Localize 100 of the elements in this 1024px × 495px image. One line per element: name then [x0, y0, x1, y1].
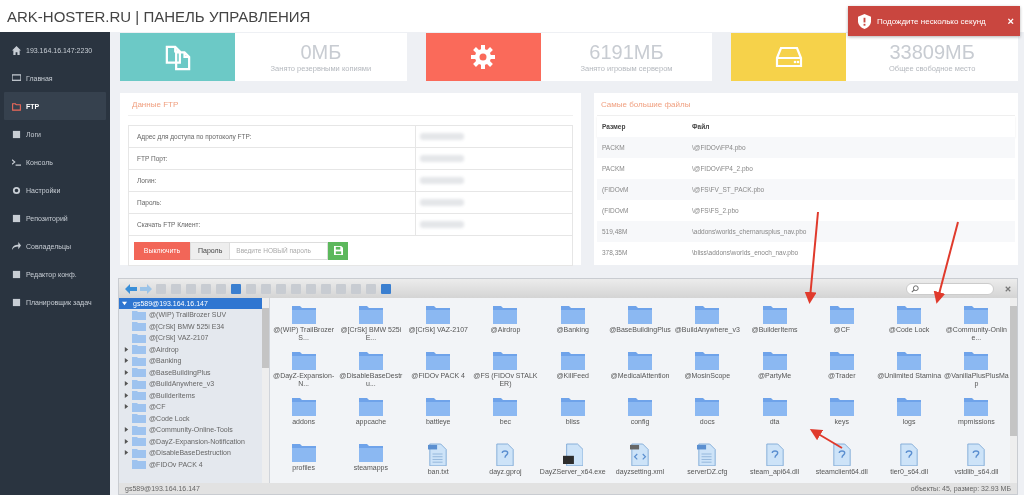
- menu-item-icon: [12, 241, 21, 251]
- code-file-icon[interactable]: [630, 442, 650, 466]
- scrollbar[interactable]: [262, 298, 269, 483]
- blurred-value: [420, 199, 464, 206]
- folder-icon[interactable]: [829, 396, 854, 416]
- collapse-arrow-icon[interactable]: [122, 301, 127, 306]
- folder-icon[interactable]: [291, 396, 316, 416]
- toolbar-icon[interactable]: [230, 282, 242, 295]
- folder-icon: [132, 344, 146, 355]
- folder-icon[interactable]: [628, 304, 652, 324]
- folder-icon[interactable]: [695, 350, 720, 370]
- menu-item-icon: [12, 73, 21, 83]
- folder-icon: [132, 378, 146, 389]
- toast-message: Подождите несколько секунд: [877, 16, 987, 26]
- folder-icon[interactable]: [358, 396, 383, 416]
- menu-item-icon: [12, 101, 21, 111]
- folder-icon[interactable]: [358, 350, 383, 370]
- folder-icon[interactable]: [560, 350, 585, 370]
- folder-icon[interactable]: [493, 304, 518, 324]
- expand-arrow-icon[interactable]: [124, 392, 129, 398]
- folder-icon[interactable]: [358, 442, 383, 462]
- expand-arrow-icon[interactable]: [124, 381, 129, 387]
- blurred-value: [420, 177, 464, 184]
- folder-icon[interactable]: [493, 350, 518, 370]
- folder-icon[interactable]: [829, 304, 854, 324]
- folder-icon[interactable]: [560, 304, 585, 324]
- folder-icon[interactable]: [964, 396, 989, 416]
- folder-icon[interactable]: [628, 350, 652, 370]
- folder-icon: [132, 401, 146, 412]
- panel-title: Самые большие файлы: [597, 93, 1015, 116]
- scrollbar[interactable]: [1010, 298, 1017, 483]
- search-icon: [911, 284, 919, 293]
- blurred-value: [420, 155, 464, 162]
- unknown-file-icon[interactable]: [831, 442, 852, 466]
- copy-icon: [164, 43, 191, 71]
- back-icon[interactable]: [125, 283, 137, 294]
- save-icon: [333, 246, 343, 255]
- folder-icon: [132, 321, 146, 332]
- folder-icon[interactable]: [897, 396, 922, 416]
- toolbar-icon[interactable]: [380, 282, 392, 295]
- folder-icon[interactable]: [762, 350, 787, 370]
- folder-icon[interactable]: [560, 396, 585, 416]
- menu-item-icon: [12, 157, 21, 167]
- expand-arrow-icon[interactable]: [124, 427, 129, 433]
- folder-icon: [132, 355, 146, 366]
- menu-item-icon: [12, 297, 21, 307]
- folder-icon[interactable]: [291, 442, 316, 462]
- save-button[interactable]: [328, 241, 349, 260]
- folder-icon[interactable]: [762, 304, 787, 324]
- folder-icon[interactable]: [897, 304, 922, 324]
- folder-icon[interactable]: [426, 396, 451, 416]
- folder-icon[interactable]: [964, 350, 989, 370]
- text-file-icon[interactable]: [428, 442, 449, 466]
- folder-icon[interactable]: [493, 396, 518, 416]
- folder-icon[interactable]: [426, 304, 451, 324]
- folder-icon[interactable]: [964, 304, 989, 324]
- expand-arrow-icon[interactable]: [124, 438, 129, 444]
- expand-arrow-icon[interactable]: [124, 346, 129, 352]
- unknown-file-icon[interactable]: [899, 442, 920, 466]
- folder-icon[interactable]: [628, 396, 652, 416]
- menu-item-icon: [12, 185, 21, 195]
- unknown-file-icon[interactable]: [495, 442, 516, 466]
- unknown-file-icon[interactable]: [764, 442, 785, 466]
- shield-icon: [858, 13, 871, 29]
- folder-icon[interactable]: [358, 304, 383, 324]
- hard-drive-icon: [774, 46, 803, 68]
- forward-icon[interactable]: [140, 283, 152, 294]
- panel-title: Данные FTP: [128, 93, 573, 116]
- menu-item-icon: [12, 129, 21, 139]
- folder-icon[interactable]: [762, 396, 787, 416]
- expand-arrow-icon[interactable]: [124, 358, 129, 364]
- folder-icon[interactable]: [426, 350, 451, 370]
- folder-icon[interactable]: [695, 304, 720, 324]
- folder-icon[interactable]: [897, 350, 922, 370]
- annotation-arrow: [809, 428, 843, 449]
- clear-icon[interactable]: [1005, 285, 1011, 292]
- blurred-value: [420, 133, 464, 140]
- blurred-value: [420, 221, 464, 228]
- site-title: ARK-HOSTER.RU | ПАНЕЛЬ УПРАВЛЕНИЯ: [7, 7, 311, 25]
- folder-icon: [132, 390, 146, 401]
- menu-item-icon: [12, 213, 21, 223]
- program-file-icon[interactable]: [562, 442, 583, 466]
- folder-icon: [132, 413, 146, 424]
- expand-arrow-icon[interactable]: [124, 450, 129, 456]
- folder-icon: [132, 447, 146, 458]
- search-field[interactable]: [906, 282, 994, 295]
- menu-item-icon: [12, 45, 21, 55]
- folder-icon[interactable]: [291, 304, 316, 324]
- folder-icon: [132, 436, 146, 447]
- expand-arrow-icon[interactable]: [124, 404, 129, 410]
- folder-icon[interactable]: [291, 350, 316, 370]
- text-file-icon[interactable]: [697, 442, 718, 466]
- unknown-file-icon[interactable]: [966, 442, 987, 466]
- expand-arrow-icon[interactable]: [124, 369, 129, 375]
- menu-item-icon: [12, 269, 21, 279]
- folder-icon: [132, 459, 146, 470]
- folder-icon: [132, 367, 146, 378]
- close-button[interactable]: ×: [1007, 15, 1014, 27]
- folder-icon[interactable]: [695, 396, 720, 416]
- folder-icon[interactable]: [829, 350, 854, 370]
